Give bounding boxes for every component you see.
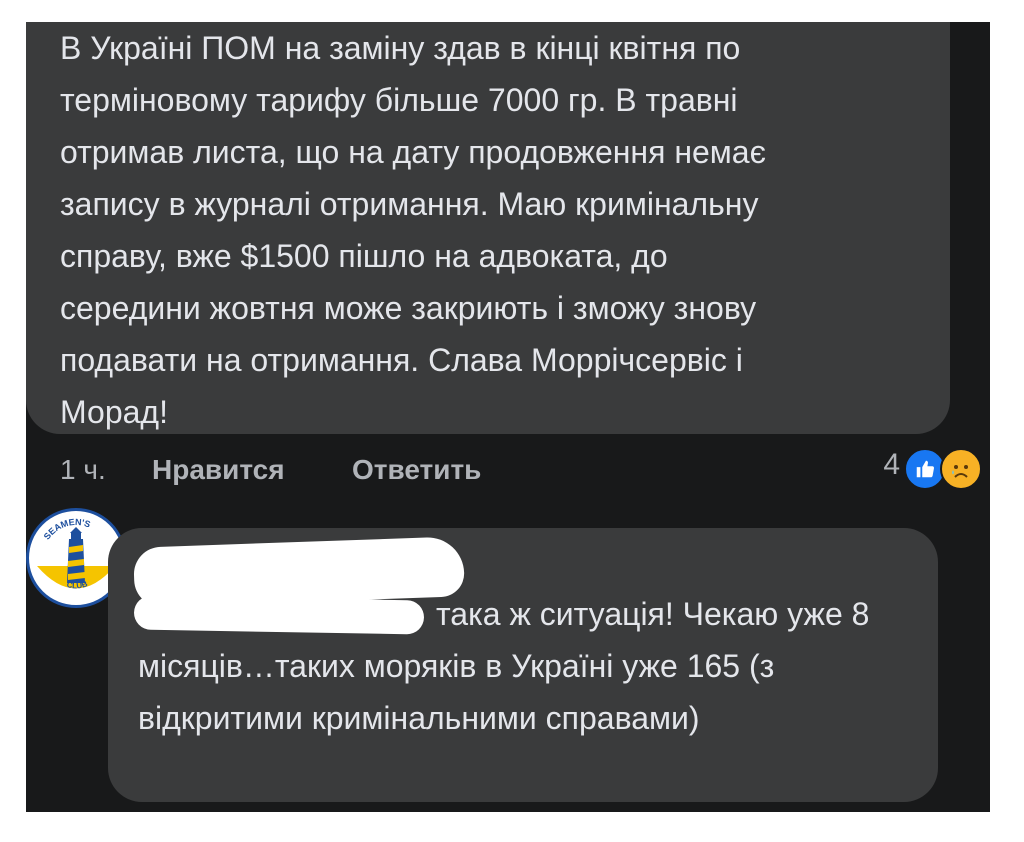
comment-actions: 1 ч. Нравится Ответить 4 bbox=[60, 448, 982, 494]
sad-face-icon bbox=[940, 448, 982, 490]
like-button[interactable]: Нравится bbox=[152, 454, 285, 486]
reply-text: така ж ситуація! Чекаю уже 8 місяців…так… bbox=[138, 596, 870, 736]
comments-panel: В Україні ПОМ на заміну здав в кінці кві… bbox=[26, 22, 990, 812]
reply-button[interactable]: Ответить bbox=[352, 454, 481, 486]
reaction-count: 4 bbox=[883, 448, 900, 481]
comment-bubble: В Україні ПОМ на заміну здав в кінці кві… bbox=[26, 22, 950, 434]
comment-text: В Україні ПОМ на заміну здав в кінці кві… bbox=[60, 30, 766, 430]
comment-time: 1 ч. bbox=[60, 454, 106, 485]
reply-bubble: така ж ситуація! Чекаю уже 8 місяців…так… bbox=[108, 528, 938, 802]
